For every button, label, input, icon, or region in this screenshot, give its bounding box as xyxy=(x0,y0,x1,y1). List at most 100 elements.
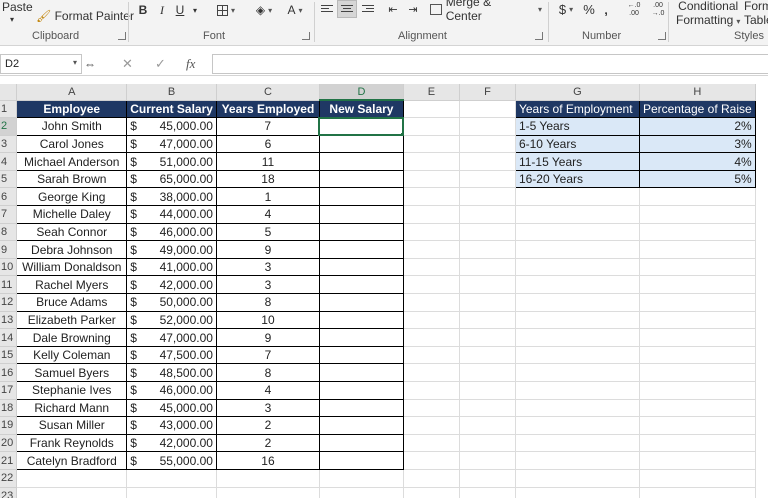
formula-input[interactable] xyxy=(212,54,768,74)
cell-d11[interactable] xyxy=(318,275,404,295)
column-header-g[interactable]: G xyxy=(515,84,640,101)
cell-c19[interactable]: 2 xyxy=(215,416,320,435)
cell-d10[interactable] xyxy=(318,257,404,277)
cell-b22[interactable] xyxy=(126,469,217,488)
cell-h21[interactable] xyxy=(639,451,756,470)
cell-c16[interactable]: 8 xyxy=(215,363,320,382)
cell-c17[interactable]: 4 xyxy=(215,381,320,400)
cell-g5[interactable]: 16-20 Years xyxy=(514,169,640,189)
cell-d13[interactable] xyxy=(318,310,404,330)
cell-a6[interactable]: George King xyxy=(16,187,128,207)
cell-a20[interactable]: Frank Reynolds xyxy=(16,433,128,453)
row-header[interactable]: 15 xyxy=(0,346,18,365)
cell-g7[interactable] xyxy=(515,205,640,224)
cell-g12[interactable] xyxy=(515,293,640,312)
cell-f2[interactable] xyxy=(459,117,516,136)
cell-g13[interactable] xyxy=(515,311,640,330)
row-header[interactable]: 22 xyxy=(0,469,18,488)
cell-g16[interactable] xyxy=(515,363,640,382)
cell-h11[interactable] xyxy=(639,275,756,295)
row-header[interactable]: 7 xyxy=(0,205,18,224)
paste-dropdown-icon[interactable]: ▾ xyxy=(10,13,14,27)
select-all-corner[interactable] xyxy=(0,84,18,101)
cell-f8[interactable] xyxy=(459,223,516,242)
row-header[interactable]: 20 xyxy=(0,434,18,453)
cell-g21[interactable] xyxy=(515,451,640,470)
cell-f7[interactable] xyxy=(459,205,516,224)
cell-e18[interactable] xyxy=(403,399,460,418)
cell-h18[interactable] xyxy=(639,399,756,418)
row-header[interactable]: 14 xyxy=(0,328,18,347)
font-color-button[interactable]: A ▾ xyxy=(284,2,306,18)
cell-e5[interactable] xyxy=(403,170,460,189)
cell-h7[interactable] xyxy=(639,205,756,224)
percent-style-button[interactable]: % xyxy=(582,1,596,17)
cell-a1[interactable]: Employee xyxy=(16,99,128,119)
cell-d6[interactable] xyxy=(318,187,404,207)
cell-c21[interactable]: 16 xyxy=(215,451,320,470)
cell-e17[interactable] xyxy=(403,381,460,400)
cell-d19[interactable] xyxy=(318,416,404,435)
decrease-indent-button[interactable]: ⇤ xyxy=(384,0,402,18)
cell-h14[interactable] xyxy=(639,328,756,347)
row-header[interactable]: 18 xyxy=(0,399,18,418)
row-header[interactable]: 3 xyxy=(0,135,18,154)
cell-a13[interactable]: Elizabeth Parker xyxy=(16,310,128,330)
cell-f22[interactable] xyxy=(459,469,516,488)
cell-f1[interactable] xyxy=(459,100,516,119)
cell-b7[interactable]: $44,000.00 xyxy=(126,205,217,224)
cell-h3[interactable]: 3% xyxy=(638,134,756,154)
row-header[interactable]: 5 xyxy=(0,170,18,189)
increase-decimal-button[interactable]: ←.0 .00 xyxy=(624,0,644,20)
cell-c4[interactable]: 11 xyxy=(215,152,320,171)
cell-g14[interactable] xyxy=(515,328,640,347)
row-header[interactable]: 10 xyxy=(0,258,18,277)
cell-a4[interactable]: Michael Anderson xyxy=(16,152,128,171)
cell-h10[interactable] xyxy=(639,258,756,277)
cell-a17[interactable]: Stephanie Ives xyxy=(16,381,128,400)
resize-handle-icon[interactable]: ⇔ xyxy=(84,57,96,71)
cell-g22[interactable] xyxy=(515,469,640,488)
cell-f10[interactable] xyxy=(459,258,516,277)
cell-c22[interactable] xyxy=(216,469,320,488)
row-header[interactable]: 17 xyxy=(0,381,18,400)
cell-f3[interactable] xyxy=(459,135,516,154)
cell-c15[interactable]: 7 xyxy=(215,345,320,365)
cell-a16[interactable]: Samuel Byers xyxy=(16,363,128,382)
cell-e23[interactable] xyxy=(403,487,460,498)
cell-e19[interactable] xyxy=(403,416,460,435)
row-header[interactable]: 4 xyxy=(0,152,18,171)
column-header-h[interactable]: H xyxy=(639,84,756,101)
cell-c1[interactable]: Years Employed xyxy=(215,99,320,119)
alignment-launcher-icon[interactable] xyxy=(535,32,543,40)
cell-h9[interactable] xyxy=(639,240,756,259)
cell-e12[interactable] xyxy=(403,293,460,312)
cell-b15[interactable]: $47,500.00 xyxy=(126,345,217,365)
cell-e16[interactable] xyxy=(403,363,460,382)
cell-b12[interactable]: $50,000.00 xyxy=(126,293,217,312)
cell-d17[interactable] xyxy=(318,381,404,400)
column-header-d[interactable]: D xyxy=(319,84,404,101)
cell-g17[interactable] xyxy=(515,381,640,400)
cell-d8[interactable] xyxy=(318,222,404,242)
cell-c12[interactable]: 8 xyxy=(215,293,320,312)
cell-h4[interactable]: 4% xyxy=(638,152,756,171)
cell-g11[interactable] xyxy=(515,275,640,295)
underline-button[interactable]: U xyxy=(174,2,186,18)
cell-h2[interactable]: 2% xyxy=(638,117,756,136)
active-cell-d2[interactable] xyxy=(318,116,405,137)
cell-b3[interactable]: $47,000.00 xyxy=(126,134,217,154)
cell-c6[interactable]: 1 xyxy=(215,187,320,207)
cell-b20[interactable]: $42,000.00 xyxy=(126,433,217,453)
row-header[interactable]: 23 xyxy=(0,487,18,498)
cell-c3[interactable]: 6 xyxy=(215,134,320,154)
cell-d1[interactable]: New Salary xyxy=(318,99,404,119)
cell-b10[interactable]: $41,000.00 xyxy=(126,257,217,277)
cell-f20[interactable] xyxy=(459,434,516,453)
cell-f12[interactable] xyxy=(459,293,516,312)
row-header[interactable]: 19 xyxy=(0,416,18,435)
column-header-f[interactable]: F xyxy=(459,84,516,101)
cell-a11[interactable]: Rachel Myers xyxy=(16,275,128,295)
cell-h12[interactable] xyxy=(639,293,756,312)
paste-button[interactable]: Paste xyxy=(2,0,33,14)
